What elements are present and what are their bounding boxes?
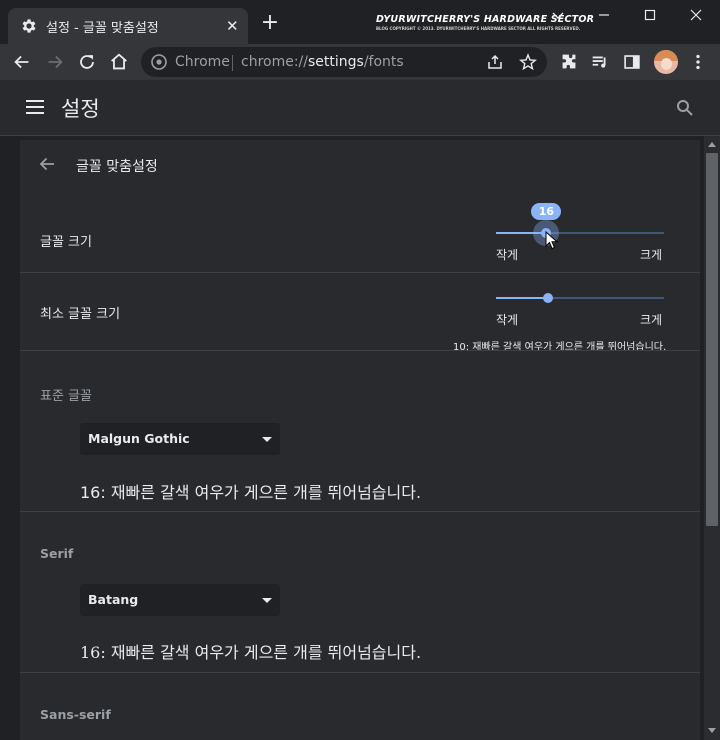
forward-arrow-icon[interactable] bbox=[44, 51, 66, 73]
tab-close-button[interactable]: ✕ bbox=[226, 17, 239, 35]
chrome-logo-icon bbox=[151, 54, 167, 70]
site-name: Chrome bbox=[175, 54, 230, 70]
standard-font-select[interactable]: Malgun Gothic bbox=[80, 423, 280, 455]
maximize-button[interactable] bbox=[638, 5, 662, 25]
tab-search-chevron-icon[interactable] bbox=[546, 5, 570, 25]
watermark-logo: DYURWITCHERRY'S HARDWARE SECTOR BLOG COP… bbox=[376, 14, 595, 31]
title-bar: 설정 - 글꼴 맞춤설정 ✕ + DYURWITCHERRY'S HARDWAR… bbox=[0, 0, 720, 44]
address-bar[interactable]: Chrome chrome://settings/fonts bbox=[141, 47, 547, 77]
back-arrow-icon[interactable] bbox=[39, 156, 55, 172]
standard-font-heading: 표준 글꼴 bbox=[40, 389, 92, 404]
min-font-size-slider-fill bbox=[496, 297, 549, 299]
settings-page: 글꼴 맞춤설정 글꼴 크기 16 작게 크게 최소 글꼴 크기 작게 크게 10… bbox=[0, 136, 704, 740]
page-title: 설정 bbox=[61, 97, 100, 121]
back-arrow-icon[interactable] bbox=[11, 51, 33, 73]
scroll-down-arrow-icon[interactable] bbox=[708, 728, 716, 733]
url-prefix: chrome:// bbox=[241, 54, 308, 70]
serif-font-select[interactable]: Batang bbox=[80, 584, 280, 616]
font-size-min-label: 작게 bbox=[496, 248, 519, 262]
watermark-title: DYURWITCHERRY'S HARDWARE SECTOR bbox=[376, 14, 595, 25]
new-tab-button[interactable]: + bbox=[259, 12, 281, 35]
extensions-puzzle-icon[interactable] bbox=[558, 51, 580, 73]
home-icon[interactable] bbox=[108, 51, 130, 73]
reload-icon[interactable] bbox=[76, 51, 98, 73]
dropdown-arrow-icon bbox=[262, 437, 272, 442]
close-window-button[interactable] bbox=[684, 5, 708, 25]
serif-font-sample: 16: 재빠른 갈색 여우가 게으른 개를 뛰어넘습니다. bbox=[80, 643, 422, 662]
browser-tab[interactable]: 설정 - 글꼴 맞춤설정 ✕ bbox=[8, 8, 248, 44]
hamburger-menu-icon[interactable] bbox=[26, 99, 44, 115]
watermark-copyright: BLOG COPYRIGHT © 2013. DYURWITCHERRY'S H… bbox=[376, 26, 581, 31]
divider bbox=[20, 350, 700, 351]
divider bbox=[20, 672, 700, 673]
settings-header: 설정 bbox=[0, 80, 720, 136]
min-font-size-slider-knob[interactable] bbox=[543, 293, 554, 303]
browser-toolbar: Chrome chrome://settings/fonts bbox=[0, 44, 720, 80]
scroll-up-arrow-icon[interactable] bbox=[708, 142, 716, 147]
divider bbox=[20, 511, 700, 512]
settings-gear-icon bbox=[22, 19, 36, 33]
serif-font-heading: Serif bbox=[40, 546, 74, 561]
minimize-button[interactable] bbox=[592, 5, 616, 25]
font-size-value-bubble: 16 bbox=[531, 203, 562, 220]
url-host: settings bbox=[308, 54, 364, 70]
min-font-size-min-label: 작게 bbox=[496, 313, 519, 327]
min-font-size-max-label: 크게 bbox=[640, 313, 663, 327]
dropdown-arrow-icon bbox=[262, 598, 272, 603]
font-settings-card: 글꼴 맞춤설정 글꼴 크기 16 작게 크게 최소 글꼴 크기 작게 크게 10… bbox=[20, 140, 700, 740]
min-font-size-label: 최소 글꼴 크기 bbox=[40, 307, 121, 322]
serif-font-selected: Batang bbox=[88, 592, 139, 607]
url-path: /fonts bbox=[363, 54, 404, 70]
bookmark-star-icon[interactable] bbox=[519, 53, 537, 71]
avatar-face bbox=[661, 58, 672, 70]
font-size-label: 글꼴 크기 bbox=[40, 235, 92, 250]
standard-font-sample: 16: 재빠른 갈색 여우가 게으른 개를 뛰어넘습니다. bbox=[80, 483, 422, 502]
font-size-max-label: 크게 bbox=[640, 248, 663, 262]
side-panel-icon[interactable] bbox=[621, 51, 643, 73]
divider bbox=[20, 272, 700, 273]
media-queue-icon[interactable] bbox=[589, 51, 611, 73]
page-scrollbar[interactable] bbox=[704, 136, 720, 740]
share-icon[interactable] bbox=[486, 53, 504, 71]
scrollbar-thumb[interactable] bbox=[706, 153, 718, 526]
subpage-title: 글꼴 맞춤설정 bbox=[76, 159, 158, 175]
search-icon[interactable] bbox=[676, 99, 694, 117]
mouse-cursor-icon bbox=[545, 231, 559, 250]
standard-font-selected: Malgun Gothic bbox=[88, 431, 190, 446]
sans-serif-font-heading: Sans-serif bbox=[40, 707, 111, 722]
url-text: chrome://settings/fonts bbox=[241, 54, 404, 70]
omnibox-separator bbox=[232, 55, 233, 71]
more-menu-icon[interactable] bbox=[687, 51, 709, 73]
profile-avatar[interactable] bbox=[654, 50, 678, 74]
tab-title: 설정 - 글꼴 맞춤설정 bbox=[46, 21, 159, 36]
